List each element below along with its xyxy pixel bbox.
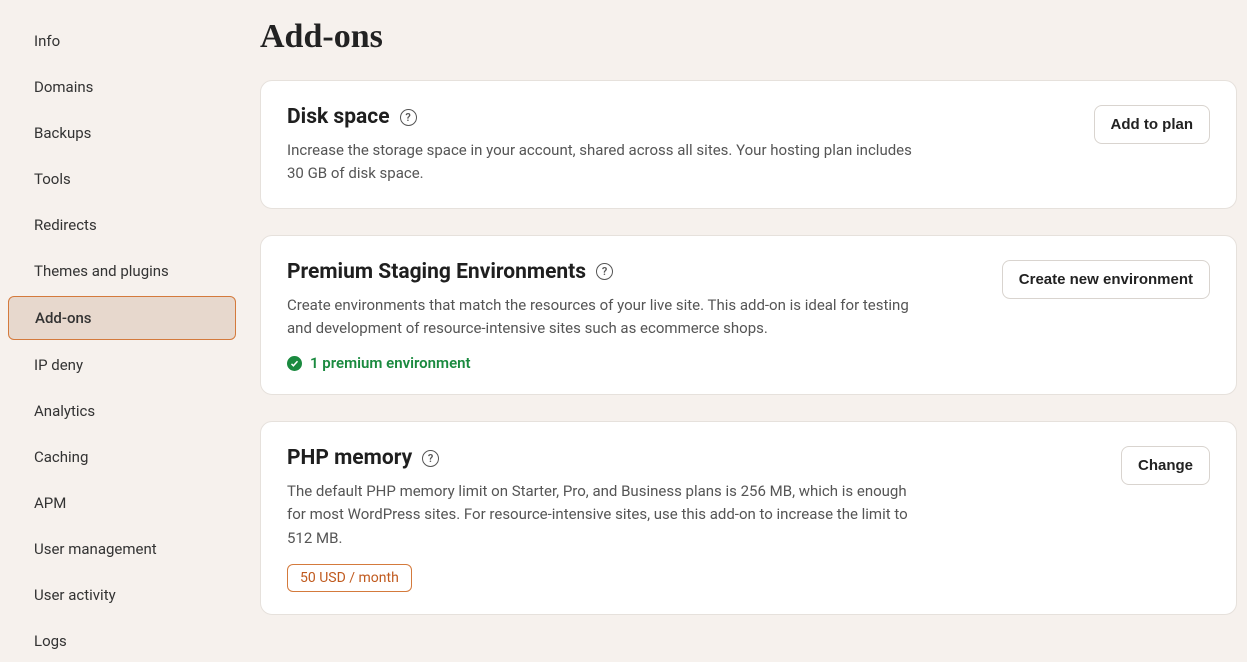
addon-card-premium-staging: Premium Staging Environments ? Create en… xyxy=(260,235,1237,396)
sidebar-item-ip-deny[interactable]: IP deny xyxy=(8,344,236,386)
card-description: Create environments that match the resou… xyxy=(287,294,927,341)
sidebar-item-label: Logs xyxy=(34,632,67,650)
sidebar-item-label: IP deny xyxy=(34,356,83,374)
help-icon[interactable]: ? xyxy=(596,263,613,280)
addon-card-disk-space: Disk space ? Increase the storage space … xyxy=(260,80,1237,209)
status-text: 1 premium environment xyxy=(310,354,471,372)
addon-card-php-memory: PHP memory ? The default PHP memory limi… xyxy=(260,421,1237,615)
sidebar-item-label: Caching xyxy=(34,448,88,466)
page-title: Add-ons xyxy=(260,18,1237,56)
sidebar-item-user-management[interactable]: User management xyxy=(8,528,236,570)
sidebar-item-user-activity[interactable]: User activity xyxy=(8,574,236,616)
sidebar-item-backups[interactable]: Backups xyxy=(8,112,236,154)
status-badge: 1 premium environment xyxy=(287,354,978,372)
check-circle-icon xyxy=(287,356,302,371)
sidebar-item-caching[interactable]: Caching xyxy=(8,436,236,478)
card-title: Disk space xyxy=(287,105,390,129)
help-icon[interactable]: ? xyxy=(400,109,417,126)
sidebar-item-label: Tools xyxy=(34,170,71,188)
help-icon[interactable]: ? xyxy=(422,450,439,467)
add-to-plan-button[interactable]: Add to plan xyxy=(1094,105,1211,144)
sidebar-item-themes-plugins[interactable]: Themes and plugins xyxy=(8,250,236,292)
price-badge: 50 USD / month xyxy=(287,564,412,592)
change-button[interactable]: Change xyxy=(1121,446,1210,485)
sidebar-item-add-ons[interactable]: Add-ons xyxy=(8,296,236,340)
sidebar: Info Domains Backups Tools Redirects The… xyxy=(0,0,244,620)
sidebar-item-label: Themes and plugins xyxy=(34,262,169,280)
create-new-environment-button[interactable]: Create new environment xyxy=(1002,260,1210,299)
card-title: Premium Staging Environments xyxy=(287,260,586,284)
sidebar-item-label: User management xyxy=(34,540,157,558)
sidebar-item-logs[interactable]: Logs xyxy=(8,620,236,662)
sidebar-item-analytics[interactable]: Analytics xyxy=(8,390,236,432)
card-description: The default PHP memory limit on Starter,… xyxy=(287,480,927,550)
sidebar-item-label: Redirects xyxy=(34,216,97,234)
sidebar-item-info[interactable]: Info xyxy=(8,20,236,62)
sidebar-item-tools[interactable]: Tools xyxy=(8,158,236,200)
sidebar-item-label: Domains xyxy=(34,78,93,96)
main-content: Add-ons Disk space ? Increase the storag… xyxy=(244,0,1247,620)
sidebar-item-label: APM xyxy=(34,494,66,512)
sidebar-item-apm[interactable]: APM xyxy=(8,482,236,524)
card-title: PHP memory xyxy=(287,446,412,470)
sidebar-item-label: Analytics xyxy=(34,402,95,420)
sidebar-item-redirects[interactable]: Redirects xyxy=(8,204,236,246)
card-description: Increase the storage space in your accou… xyxy=(287,139,927,186)
sidebar-item-label: User activity xyxy=(34,586,116,604)
sidebar-item-domains[interactable]: Domains xyxy=(8,66,236,108)
sidebar-item-label: Info xyxy=(34,32,60,50)
sidebar-item-label: Backups xyxy=(34,124,91,142)
sidebar-item-label: Add-ons xyxy=(35,309,92,327)
